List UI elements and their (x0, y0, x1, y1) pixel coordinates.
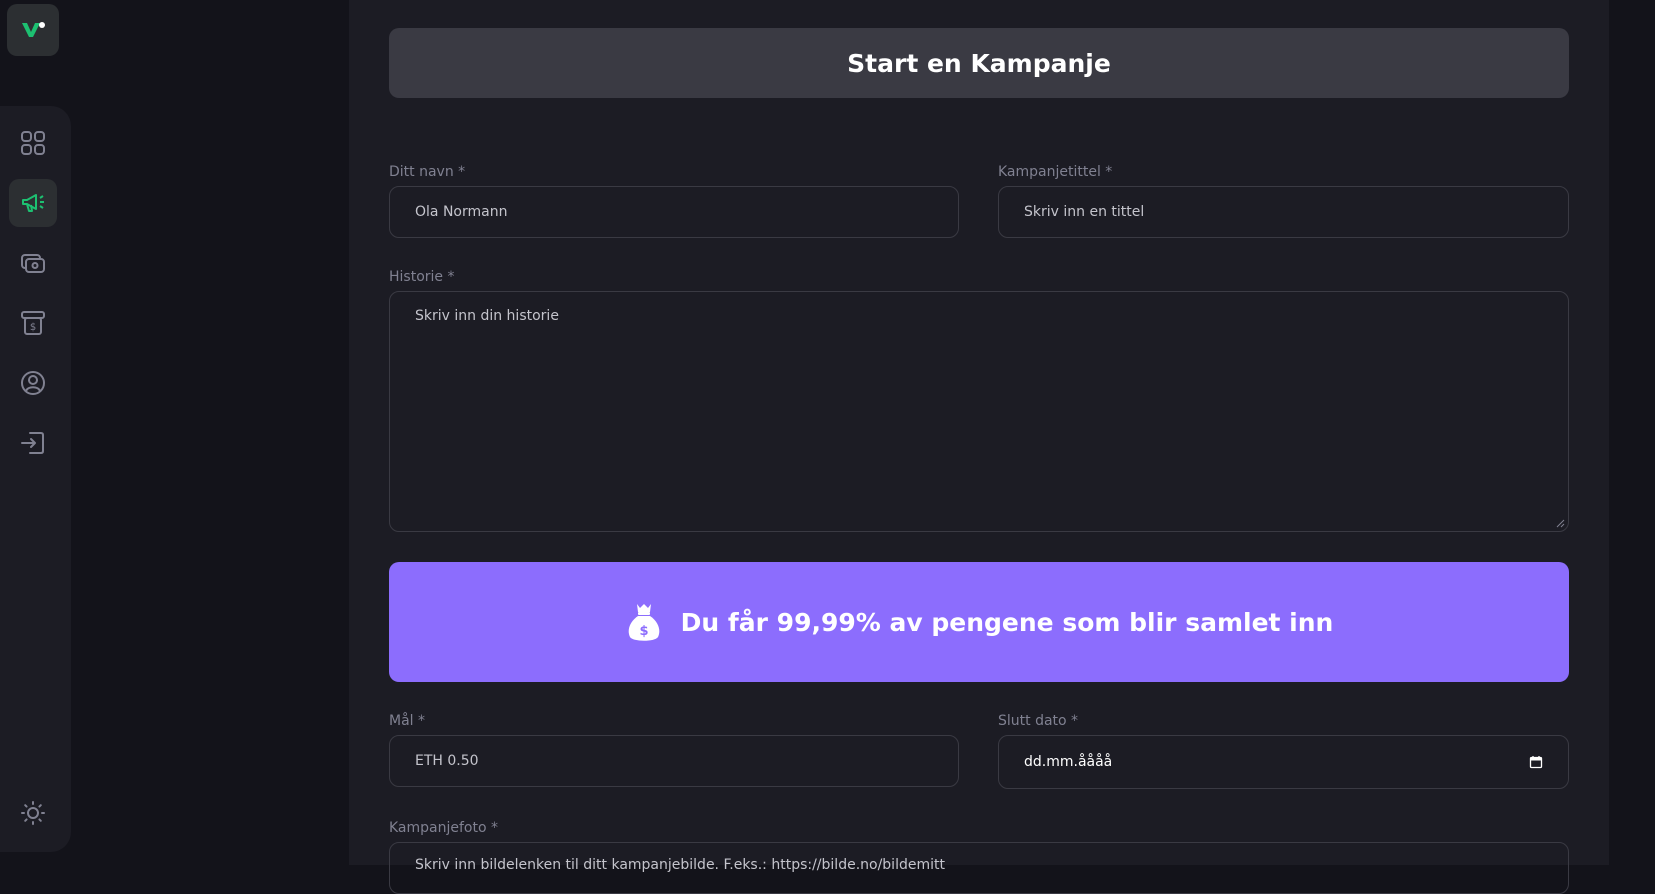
fee-info-banner: $ Du får 99,99% av pengene som blir saml… (389, 562, 1569, 682)
calendar-icon[interactable] (1529, 755, 1543, 769)
sidebar-item-dashboard[interactable] (9, 119, 57, 167)
withdraw-icon: $ (21, 311, 45, 335)
sidebar-item-campaign[interactable] (9, 179, 57, 227)
resize-grip-icon[interactable] (1555, 518, 1565, 528)
sidebar-item-withdraw[interactable]: $ (9, 299, 57, 347)
svg-text:$: $ (30, 322, 36, 333)
profile-icon (21, 371, 45, 395)
brand-logo-icon (22, 22, 45, 37)
logo-button[interactable] (7, 4, 59, 56)
sidebar-item-payment[interactable] (9, 239, 57, 287)
svg-text:$: $ (639, 624, 648, 639)
goal-label: Mål * (389, 713, 425, 729)
payment-icon (21, 254, 45, 273)
end-date-label: Slutt dato * (998, 713, 1079, 729)
story-textarea[interactable]: Skriv inn din historie (389, 291, 1569, 532)
fee-info-text: Du får 99,99% av pengene som blir samlet… (680, 607, 1334, 637)
goal-input[interactable]: ETH 0.50 (389, 735, 959, 787)
dashboard-grid-icon (21, 131, 45, 155)
campaign-title-label: Kampanjetittel * (998, 164, 1113, 180)
name-placeholder: Ola Normann (415, 204, 508, 220)
end-date-input[interactable]: dd.mm.åååå (998, 735, 1569, 789)
sidebar-item-logout[interactable] (9, 419, 57, 467)
page-title: Start en Kampanje (847, 48, 1111, 78)
goal-placeholder: ETH 0.50 (415, 753, 479, 769)
campaign-image-label: Kampanjefoto * (389, 820, 498, 836)
sidebar-nav: $ (0, 106, 71, 852)
megaphone-icon (22, 194, 44, 212)
campaign-title-input[interactable]: Skriv inn en tittel (998, 186, 1569, 238)
campaign-image-placeholder: Skriv inn bildelenken til ditt kampanjeb… (415, 857, 945, 873)
end-date-placeholder: dd.mm.åååå (1024, 754, 1113, 770)
name-label: Ditt navn * (389, 164, 466, 180)
sun-icon (21, 801, 45, 825)
campaign-title-placeholder: Skriv inn en tittel (1024, 204, 1145, 220)
campaign-image-input[interactable]: Skriv inn bildelenken til ditt kampanjeb… (389, 842, 1569, 894)
create-campaign-panel: Start en Kampanje Ditt navn * Ola Norman… (349, 0, 1609, 894)
logout-icon (21, 432, 44, 454)
sidebar-item-profile[interactable] (9, 359, 57, 407)
theme-toggle[interactable] (9, 789, 57, 837)
story-label: Historie * (389, 269, 455, 285)
name-input[interactable]: Ola Normann (389, 186, 959, 238)
money-bag-icon: $ (628, 604, 659, 641)
page-title-bar: Start en Kampanje (389, 28, 1569, 98)
story-placeholder: Skriv inn din historie (415, 308, 559, 324)
